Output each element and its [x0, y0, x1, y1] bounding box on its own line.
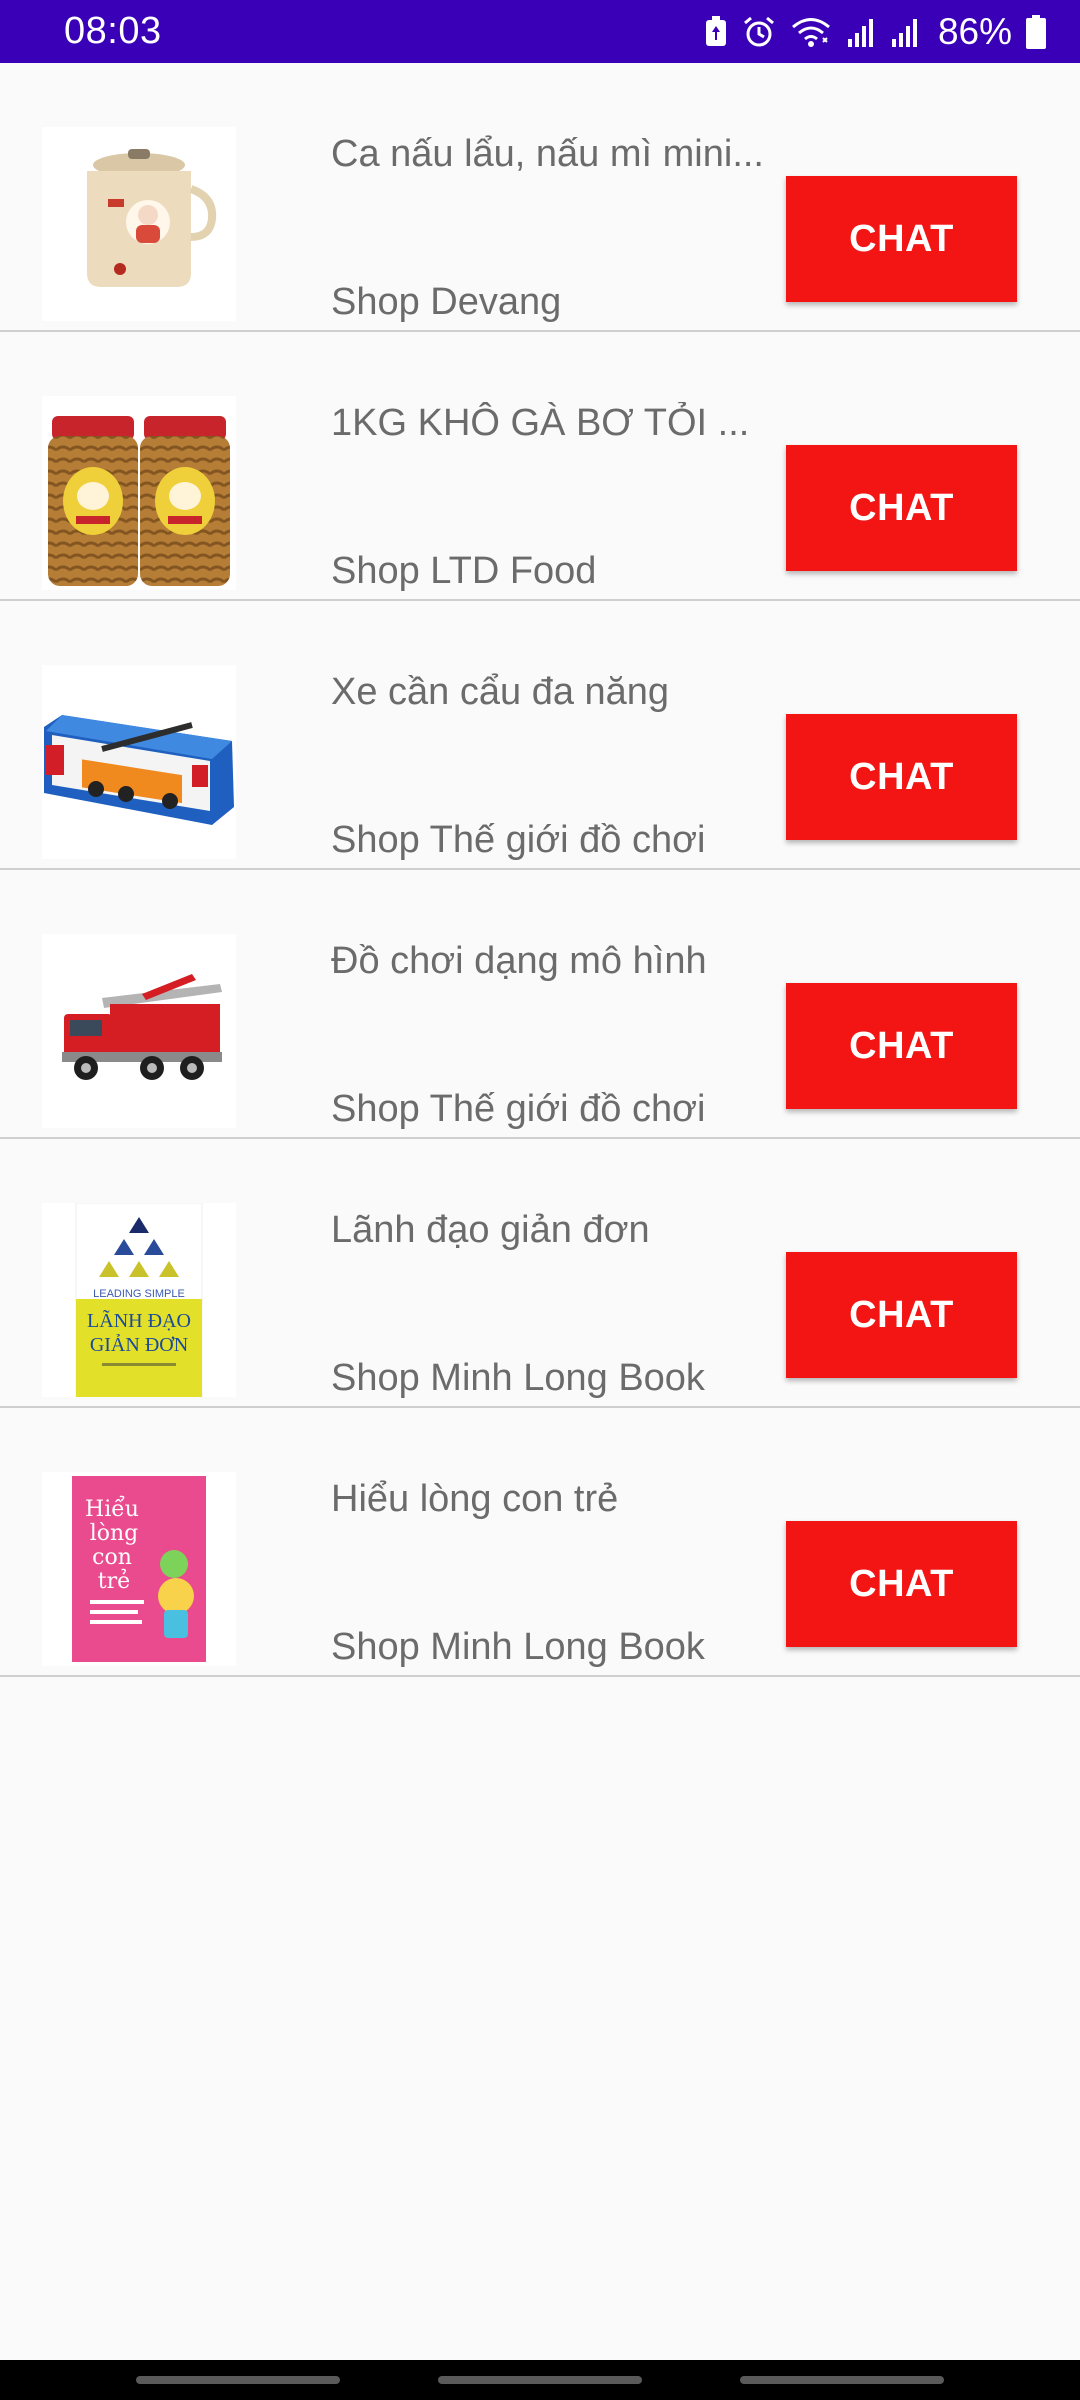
shop-name: Shop Minh Long Book — [331, 1626, 705, 1668]
nav-recents-handle[interactable] — [136, 2376, 340, 2384]
book-cover-main-text-4: trẻ — [98, 1568, 130, 1594]
product-title: Đồ chơi dạng mô hình — [331, 940, 707, 982]
product-title: Xe cần cẩu đa năng — [331, 671, 670, 713]
battery-icon — [1026, 14, 1046, 49]
book-cover-main-text-2: GIẢN ĐƠN — [90, 1333, 188, 1356]
list-item[interactable]: Đồ chơi dạng mô hình Shop Thế giới đồ ch… — [0, 870, 1080, 1139]
kettle-pot-image — [42, 127, 236, 321]
status-bar: 08:03 86% — [0, 0, 1080, 63]
fire-truck-toy-image — [42, 934, 236, 1128]
chat-button[interactable]: CHAT — [786, 445, 1017, 571]
book-cover-image: Hiểu lòng con trẻ — [42, 1472, 236, 1666]
chat-button[interactable]: CHAT — [786, 176, 1017, 302]
product-list: Ca nấu lẩu, nấu mì mini... Shop Devang C… — [0, 63, 1080, 1677]
crane-toy-box-image — [42, 665, 236, 859]
navigation-bar — [0, 2360, 1080, 2400]
list-item[interactable]: Ca nấu lẩu, nấu mì mini... Shop Devang C… — [0, 63, 1080, 332]
nav-back-handle[interactable] — [740, 2376, 944, 2384]
screen: 08:03 86% Ca nấu lẩu, nấu mì mini... Sho… — [0, 0, 1080, 2400]
product-title: Hiểu lòng con trẻ — [331, 1478, 619, 1520]
chat-button[interactable]: CHAT — [786, 983, 1017, 1109]
book-cover-main-text-3: con — [92, 1545, 132, 1570]
list-item[interactable]: 1KG KHÔ GÀ BƠ TỎI ... Shop LTD Food CHAT — [0, 332, 1080, 601]
book-cover-main-text-2: lòng — [90, 1521, 139, 1546]
product-title: Lãnh đạo giản đơn — [331, 1209, 650, 1251]
signal-icon — [846, 17, 876, 47]
book-cover-main-text-1: Hiểu — [85, 1494, 139, 1522]
shop-name: Shop Minh Long Book — [331, 1357, 705, 1399]
book-cover-top-text: LEADING SIMPLE — [93, 1288, 185, 1300]
list-item[interactable]: LEADING SIMPLE LÃNH ĐẠO GIẢN ĐƠN Lãnh đạ… — [0, 1139, 1080, 1408]
list-item[interactable]: Xe cần cẩu đa năng Shop Thế giới đồ chơi… — [0, 601, 1080, 870]
wifi-icon — [790, 16, 832, 48]
status-time: 08:03 — [64, 10, 162, 52]
signal-icon-2 — [890, 17, 920, 47]
shop-name: Shop Devang — [331, 281, 562, 323]
list-item[interactable]: Hiểu lòng con trẻ Hiểu lòng con trẻ Shop… — [0, 1408, 1080, 1677]
product-title: 1KG KHÔ GÀ BƠ TỎI ... — [331, 402, 750, 444]
product-title: Ca nấu lẩu, nấu mì mini... — [331, 133, 764, 175]
battery-saver-icon — [704, 15, 728, 48]
chat-button[interactable]: CHAT — [786, 1252, 1017, 1378]
shop-name: Shop Thế giới đồ chơi — [331, 819, 706, 861]
book-cover-image: LEADING SIMPLE LÃNH ĐẠO GIẢN ĐƠN — [42, 1203, 236, 1397]
book-cover-main-text-1: LÃNH ĐẠO — [87, 1308, 191, 1332]
chat-button[interactable]: CHAT — [786, 714, 1017, 840]
shop-name: Shop LTD Food — [331, 550, 597, 592]
chat-button[interactable]: CHAT — [786, 1521, 1017, 1647]
alarm-icon — [742, 15, 776, 49]
nav-home-handle[interactable] — [438, 2376, 642, 2384]
shop-name: Shop Thế giới đồ chơi — [331, 1088, 706, 1130]
snack-jars-image — [42, 396, 236, 590]
battery-percent: 86% — [937, 10, 1012, 52]
status-icons: 86% — [704, 11, 1046, 53]
